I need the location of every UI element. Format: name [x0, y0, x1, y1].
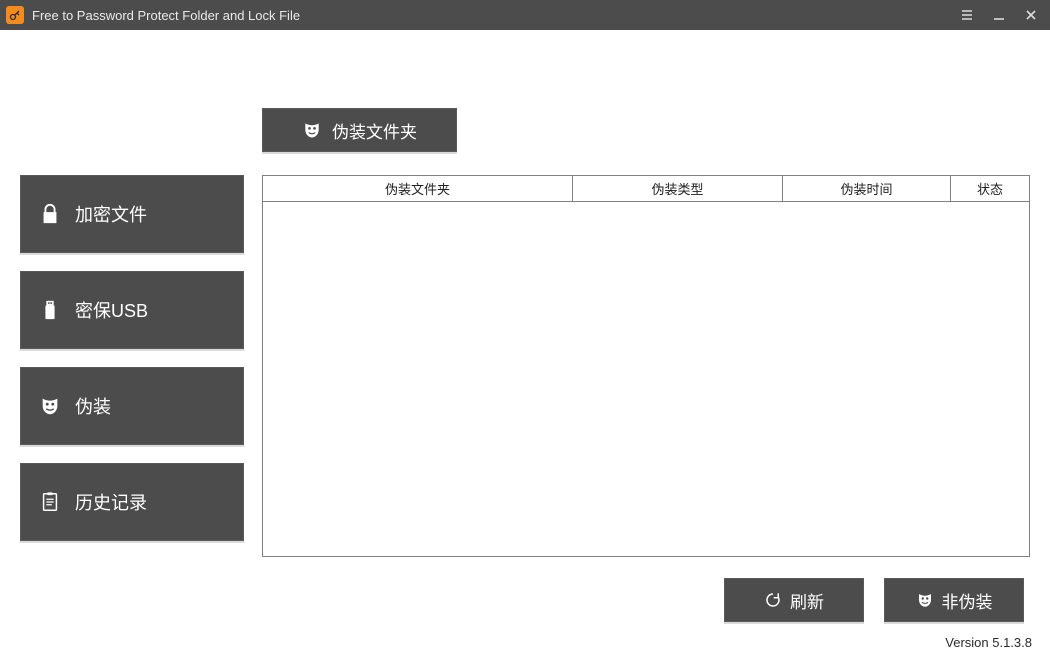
sidebar-item-label: 伪装: [75, 393, 111, 419]
version-label: Version 5.1.3.8: [945, 635, 1032, 650]
sidebar-item-encrypt[interactable]: 加密文件: [20, 175, 244, 253]
window-controls: [960, 8, 1044, 22]
mask-icon: [302, 120, 322, 140]
button-label: 伪装文件夹: [332, 118, 417, 143]
clipboard-icon: [39, 491, 61, 513]
app-title: Free to Password Protect Folder and Lock…: [32, 8, 960, 23]
minimize-button[interactable]: [992, 8, 1006, 22]
sidebar-item-usb[interactable]: 密保USB: [20, 271, 244, 349]
app-window: Free to Password Protect Folder and Lock…: [0, 0, 1050, 660]
refresh-button[interactable]: 刷新: [724, 578, 864, 622]
sidebar-item-label: 加密文件: [75, 201, 147, 227]
table-header: 伪装文件夹 伪装类型 伪装时间 状态: [263, 176, 1029, 202]
sidebar-item-disguise[interactable]: 伪装: [20, 367, 244, 445]
column-header-status[interactable]: 状态: [951, 176, 1029, 202]
usb-icon: [39, 299, 61, 321]
sidebar-item-history[interactable]: 历史记录: [20, 463, 244, 541]
lock-icon: [39, 203, 61, 225]
title-bar: Free to Password Protect Folder and Lock…: [0, 0, 1050, 30]
column-header-type[interactable]: 伪装类型: [573, 176, 783, 202]
button-label: 刷新: [790, 588, 824, 613]
column-header-folder[interactable]: 伪装文件夹: [263, 176, 573, 202]
disguise-folder-button[interactable]: 伪装文件夹: [262, 108, 457, 152]
mask-icon: [39, 395, 61, 417]
sidebar-item-label: 密保USB: [75, 297, 148, 323]
sidebar: 加密文件 密保USB 伪装 历史记录: [20, 175, 244, 559]
bottom-button-row: 刷新 非伪装: [724, 578, 1024, 622]
app-icon: [6, 6, 24, 24]
sidebar-item-label: 历史记录: [75, 489, 147, 515]
button-label: 非伪装: [942, 588, 993, 613]
refresh-icon: [764, 591, 782, 609]
close-button[interactable]: [1024, 8, 1038, 22]
undisguise-button[interactable]: 非伪装: [884, 578, 1024, 622]
disguise-table: 伪装文件夹 伪装类型 伪装时间 状态: [262, 175, 1030, 557]
menu-button[interactable]: [960, 8, 974, 22]
content-area: 加密文件 密保USB 伪装 历史记录: [0, 30, 1050, 660]
column-header-time[interactable]: 伪装时间: [783, 176, 951, 202]
mask-icon: [916, 591, 934, 609]
